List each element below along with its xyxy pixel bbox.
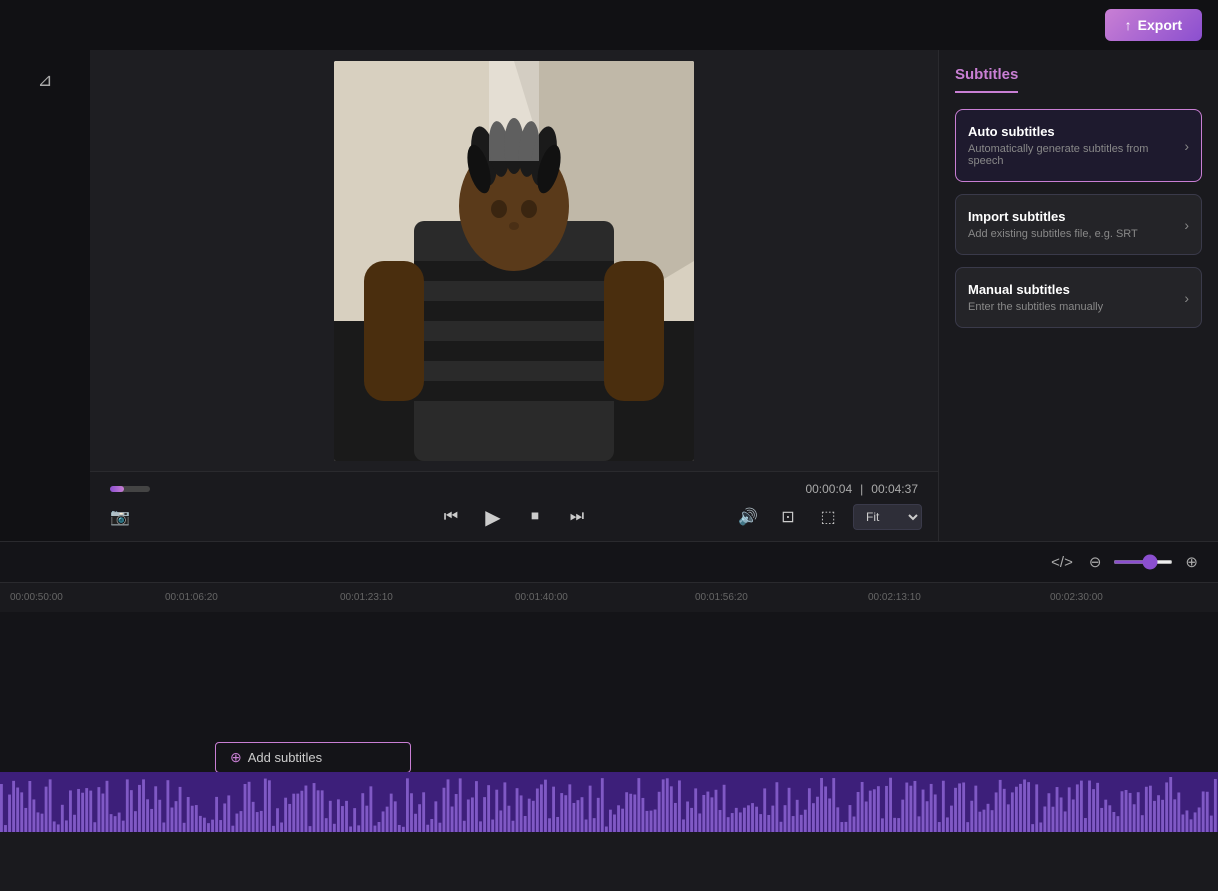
add-subtitles-label: Add subtitles <box>248 750 322 765</box>
stop-icon: ⏹ <box>531 508 539 526</box>
skip-forward-button[interactable]: ⏭ <box>563 503 591 531</box>
video-thumbnail <box>334 61 694 461</box>
code-view-button[interactable]: </> <box>1047 550 1077 575</box>
import-subtitles-option[interactable]: Import subtitles Add existing subtitles … <box>955 194 1202 255</box>
time-display: 00:00:04 | 00:04:37 <box>106 482 922 496</box>
video-container <box>90 50 938 471</box>
preview-area: 00:00:04 | 00:04:37 📷 ⏮ ▶ ⏹ <box>90 50 938 541</box>
skip-forward-icon: ⏭ <box>570 508 584 526</box>
timeline-ruler: 00:00:50:00 00:01:06:20 00:01:23:10 00:0… <box>0 582 1218 612</box>
main-area: ⊿ <box>0 50 1218 541</box>
manual-subtitles-chevron: › <box>1184 290 1189 306</box>
timeline-toolbar: </> ⊖ ⊕ <box>0 542 1218 582</box>
camera-icon: 📷 <box>110 507 130 527</box>
left-sidebar: ⊿ <box>0 50 90 541</box>
audio-waveform <box>0 772 1218 832</box>
progress-fill <box>110 486 124 492</box>
fit-select[interactable]: Fit 25% 50% 75% 100% <box>853 504 922 530</box>
auto-subtitles-text: Auto subtitles Automatically generate su… <box>968 124 1184 167</box>
subtitles-title: Subtitles <box>955 66 1018 93</box>
zoom-out-icon: ⊖ <box>1089 554 1102 571</box>
play-icon: ▶ <box>485 505 500 530</box>
current-time: 00:00:04 <box>805 482 852 496</box>
ruler-tick-3: 00:01:23:10 <box>340 592 393 603</box>
crop-button[interactable]: ⊡ <box>774 503 802 531</box>
volume-icon: 🔊 <box>738 507 758 527</box>
add-subtitles-icon: ⊕ <box>230 749 242 766</box>
ruler-tick-2: 00:01:06:20 <box>165 592 218 603</box>
waveform-svg <box>0 772 1218 832</box>
code-icon: </> <box>1051 554 1073 571</box>
import-subtitles-chevron: › <box>1184 217 1189 233</box>
auto-subtitles-title: Auto subtitles <box>968 124 1184 139</box>
zoom-in-icon: ⊕ <box>1185 554 1198 571</box>
progress-row <box>110 482 150 496</box>
progress-bar[interactable] <box>110 486 150 492</box>
ratio-icon: ⬚ <box>820 507 835 527</box>
time-separator: | <box>860 482 863 496</box>
auto-subtitles-option[interactable]: Auto subtitles Automatically generate su… <box>955 109 1202 182</box>
ruler-tick-6: 00:02:13:10 <box>868 592 921 603</box>
export-label: Export <box>1138 17 1182 33</box>
ratio-button[interactable]: ⬚ <box>814 503 842 531</box>
zoom-out-button[interactable]: ⊖ <box>1085 549 1106 575</box>
playback-controls: 📷 ⏮ ▶ ⏹ ⏭ 🔊 ⊡ <box>106 503 922 531</box>
export-button[interactable]: ↑ Export <box>1105 9 1202 41</box>
ruler-tick-5: 00:01:56:20 <box>695 592 748 603</box>
filter-icon: ⊿ <box>37 70 52 91</box>
total-time: 00:04:37 <box>871 482 918 496</box>
export-icon: ↑ <box>1125 17 1132 33</box>
manual-subtitles-text: Manual subtitles Enter the subtitles man… <box>968 282 1103 313</box>
ruler-tick-7: 00:02:30:00 <box>1050 592 1103 603</box>
volume-button[interactable]: 🔊 <box>734 503 762 531</box>
screenshot-button[interactable]: 📷 <box>106 503 134 531</box>
controls-bar: 00:00:04 | 00:04:37 📷 ⏮ ▶ ⏹ <box>90 471 938 541</box>
manual-subtitles-title: Manual subtitles <box>968 282 1103 297</box>
time-current-total: 00:00:04 | 00:04:37 <box>805 482 918 496</box>
import-subtitles-text: Import subtitles Add existing subtitles … <box>968 209 1138 240</box>
auto-subtitles-chevron: › <box>1184 138 1189 154</box>
add-subtitles-button[interactable]: ⊕ Add subtitles <box>215 742 411 772</box>
zoom-slider[interactable] <box>1113 560 1173 564</box>
stop-button[interactable]: ⏹ <box>521 503 549 531</box>
timeline-area: </> ⊖ ⊕ 00:00:50:00 00:01:06:20 00:01:23… <box>0 541 1218 832</box>
auto-subtitles-description: Automatically generate subtitles from sp… <box>968 143 1184 167</box>
skip-back-icon: ⏮ <box>444 508 458 526</box>
ruler-tick-4: 00:01:40:00 <box>515 592 568 603</box>
skip-back-button[interactable]: ⏮ <box>437 503 465 531</box>
crop-icon: ⊡ <box>781 507 794 527</box>
ruler-tick-1: 00:00:50:00 <box>10 592 63 603</box>
zoom-slider-container <box>1113 560 1173 564</box>
manual-subtitles-option[interactable]: Manual subtitles Enter the subtitles man… <box>955 267 1202 328</box>
zoom-in-button[interactable]: ⊕ <box>1181 549 1202 575</box>
play-button[interactable]: ▶ <box>479 503 507 531</box>
import-subtitles-title: Import subtitles <box>968 209 1138 224</box>
timeline-tracks: ⊕ Add subtitles <box>0 612 1218 772</box>
video-frame <box>334 61 694 461</box>
top-bar: ↑ Export <box>0 0 1218 50</box>
subtitles-panel: Subtitles Auto subtitles Automatically g… <box>938 50 1218 541</box>
manual-subtitles-description: Enter the subtitles manually <box>968 301 1103 313</box>
import-subtitles-description: Add existing subtitles file, e.g. SRT <box>968 228 1138 240</box>
filter-button[interactable]: ⊿ <box>31 66 59 94</box>
